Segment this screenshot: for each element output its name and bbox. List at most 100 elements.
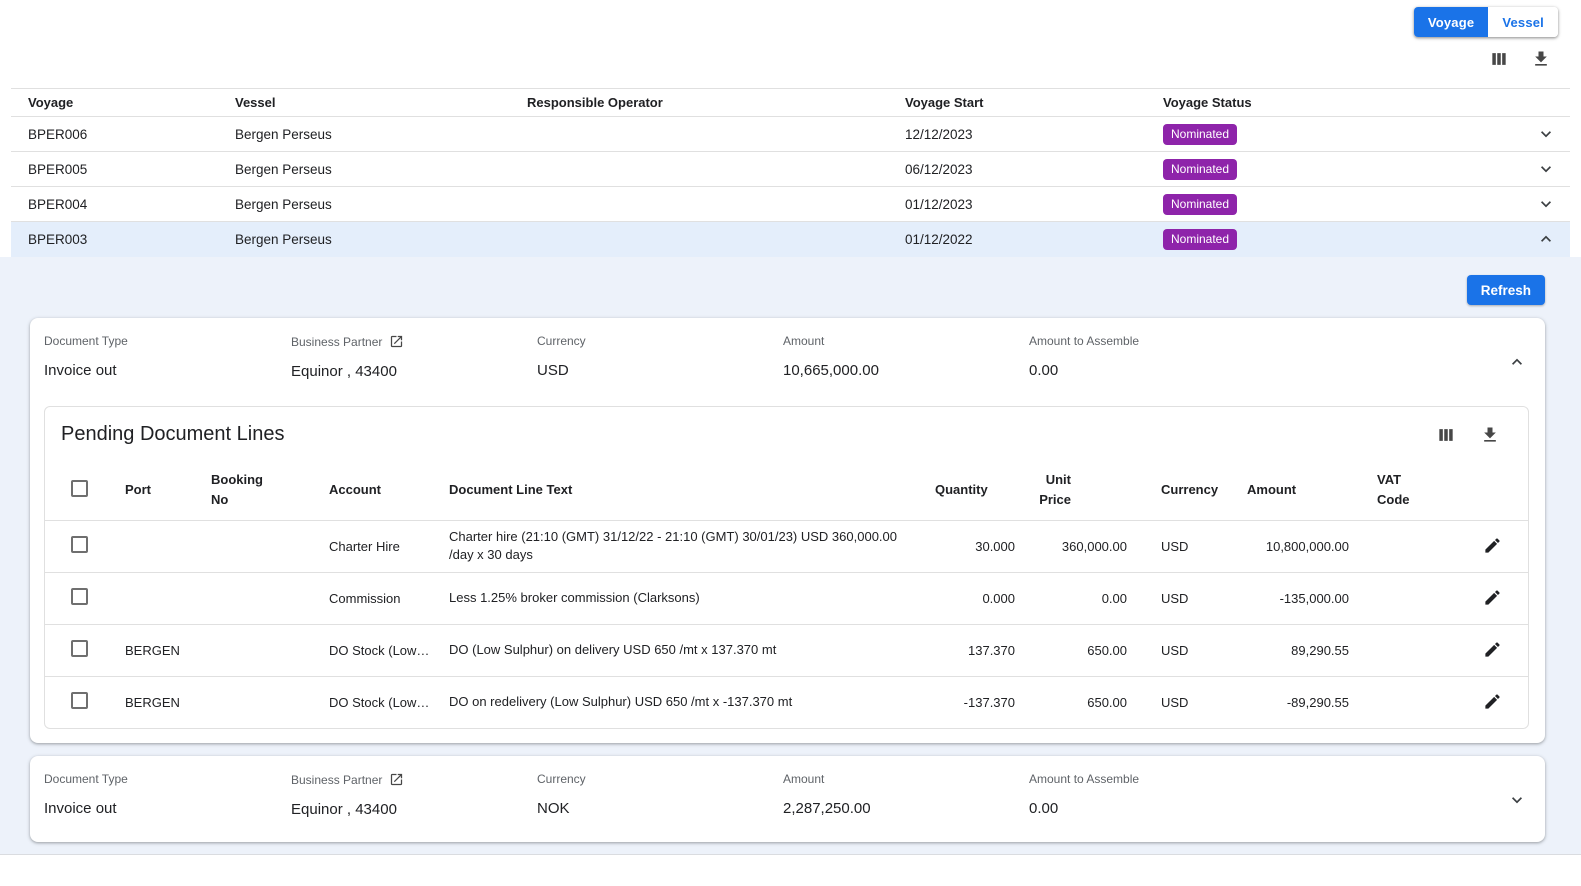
column-header-amount[interactable]: Amount [1239, 460, 1357, 520]
currency-value: USD [537, 362, 783, 379]
document-line-row: BERGEN DO Stock (Low… DO on redelivery (… [45, 676, 1528, 728]
document-type-field: Document Type Invoice out [44, 334, 291, 379]
currency-field: Currency NOK [537, 772, 783, 817]
voyage-row-bper006[interactable]: BPER006 Bergen Perseus 12/12/2023 Nomina… [11, 117, 1570, 152]
row-checkbox[interactable] [71, 536, 88, 553]
document-type-value: Invoice out [44, 362, 291, 379]
currency-value: NOK [537, 800, 783, 817]
amount-to-assemble-label: Amount to Assemble [1029, 772, 1499, 786]
pencil-icon [1483, 640, 1502, 659]
column-header-unit-price[interactable]: Unit Price [1023, 460, 1135, 520]
voyage-start-date: 01/12/2023 [905, 197, 1163, 212]
expand-row-button[interactable] [1534, 192, 1558, 216]
toggle-vessel-button[interactable]: Vessel [1488, 7, 1558, 37]
vessel-name: Bergen Perseus [235, 127, 527, 142]
document-line-row: Charter Hire Charter hire (21:10 (GMT) 3… [45, 520, 1528, 572]
external-link-icon[interactable] [389, 772, 404, 787]
voyage-vessel-toggle: Voyage Vessel [1414, 7, 1558, 37]
document-line-text-cell: Less 1.25% broker commission (Clarksons) [441, 572, 927, 624]
expand-row-button[interactable] [1534, 157, 1558, 181]
currency-cell: USD [1135, 520, 1239, 572]
document-card-nok: Document Type Invoice out Business Partn… [30, 756, 1545, 842]
document-card-usd: Document Type Invoice out Business Partn… [30, 318, 1545, 743]
select-all-checkbox[interactable] [71, 480, 88, 497]
row-checkbox[interactable] [71, 692, 88, 709]
voyage-id: BPER006 [28, 127, 235, 142]
booking-no-cell [203, 520, 321, 572]
chevron-down-icon [1536, 124, 1556, 144]
port-cell: BERGEN [117, 624, 203, 676]
pending-lines-table: Port Booking No Account Document Line Te… [45, 460, 1528, 728]
voyage-row-bper005[interactable]: BPER005 Bergen Perseus 06/12/2023 Nomina… [11, 152, 1570, 187]
edit-line-button[interactable] [1481, 690, 1504, 713]
account-cell: Charter Hire [321, 520, 441, 572]
amount-to-assemble-field: Amount to Assemble 0.00 [1029, 334, 1499, 379]
chevron-up-icon [1507, 352, 1527, 372]
quantity-cell: 30.000 [927, 520, 1023, 572]
column-header-vessel[interactable]: Vessel [235, 95, 527, 110]
collapse-document-button[interactable] [1505, 350, 1529, 374]
expand-document-button[interactable] [1505, 788, 1529, 812]
voyage-row-bper004[interactable]: BPER004 Bergen Perseus 01/12/2023 Nomina… [11, 187, 1570, 222]
document-summary[interactable]: Document Type Invoice out Business Partn… [44, 772, 1529, 818]
edit-line-button[interactable] [1481, 586, 1504, 609]
columns-icon[interactable] [1489, 48, 1511, 70]
collapse-row-button[interactable] [1534, 227, 1558, 251]
columns-icon[interactable] [1436, 424, 1458, 446]
vessel-name: Bergen Perseus [235, 162, 527, 177]
column-header-booking-no[interactable]: Booking No [203, 460, 321, 520]
amount-cell: 89,290.55 [1239, 624, 1357, 676]
column-header-voyage-start[interactable]: Voyage Start [905, 95, 1163, 110]
row-checkbox[interactable] [71, 640, 88, 657]
column-header-port[interactable]: Port [117, 460, 203, 520]
voyage-id: BPER004 [28, 197, 235, 212]
row-checkbox[interactable] [71, 588, 88, 605]
edit-line-button[interactable] [1481, 638, 1504, 661]
column-header-responsible-operator[interactable]: Responsible Operator [527, 95, 905, 110]
unit-price-cell: 650.00 [1023, 676, 1135, 728]
amount-to-assemble-value: 0.00 [1029, 800, 1499, 817]
chevron-down-icon [1536, 194, 1556, 214]
column-header-document-line-text[interactable]: Document Line Text [441, 460, 927, 520]
booking-no-cell [203, 676, 321, 728]
business-partner-value: Equinor , 43400 [291, 363, 537, 380]
chevron-down-icon [1507, 790, 1527, 810]
pencil-icon [1483, 588, 1502, 607]
column-header-voyage[interactable]: Voyage [28, 95, 235, 110]
amount-field: Amount 2,287,250.00 [783, 772, 1029, 817]
business-partner-field: Business Partner Equinor , 43400 [291, 772, 537, 818]
amount-to-assemble-value: 0.00 [1029, 362, 1499, 379]
pending-lines-header-row: Port Booking No Account Document Line Te… [45, 460, 1528, 520]
voyage-start-date: 01/12/2022 [905, 232, 1163, 247]
expand-row-button[interactable] [1534, 122, 1558, 146]
currency-label: Currency [537, 772, 783, 786]
column-header-voyage-status[interactable]: Voyage Status [1163, 95, 1528, 110]
column-header-account[interactable]: Account [321, 460, 441, 520]
document-line-row: Commission Less 1.25% broker commission … [45, 572, 1528, 624]
column-header-currency[interactable]: Currency [1135, 460, 1239, 520]
amount-to-assemble-label: Amount to Assemble [1029, 334, 1499, 348]
download-icon[interactable] [1480, 424, 1502, 446]
refresh-button[interactable]: Refresh [1467, 275, 1545, 305]
document-summary[interactable]: Document Type Invoice out Business Partn… [44, 334, 1529, 380]
download-icon[interactable] [1531, 48, 1553, 70]
column-header-vat-code[interactable]: VAT Code [1357, 460, 1443, 520]
voyage-row-bper003[interactable]: BPER003 Bergen Perseus 01/12/2022 Nomina… [11, 222, 1570, 257]
column-header-quantity[interactable]: Quantity [927, 460, 1023, 520]
external-link-icon[interactable] [389, 334, 404, 349]
expanded-voyage-panel: Refresh Document Type Invoice out Busine… [0, 257, 1581, 854]
voyage-grid-header: Voyage Vessel Responsible Operator Voyag… [11, 88, 1570, 117]
business-partner-label: Business Partner [291, 335, 382, 349]
document-line-text-cell: DO (Low Sulphur) on delivery USD 650 /mt… [441, 624, 927, 676]
document-type-field: Document Type Invoice out [44, 772, 291, 817]
edit-line-button[interactable] [1481, 534, 1504, 557]
chevron-up-icon [1536, 229, 1556, 249]
account-cell: Commission [321, 572, 441, 624]
amount-value: 10,665,000.00 [783, 362, 1029, 379]
pencil-icon [1483, 536, 1502, 555]
document-type-label: Document Type [44, 334, 291, 348]
document-type-value: Invoice out [44, 800, 291, 817]
currency-field: Currency USD [537, 334, 783, 379]
amount-to-assemble-field: Amount to Assemble 0.00 [1029, 772, 1499, 817]
toggle-voyage-button[interactable]: Voyage [1414, 7, 1488, 37]
